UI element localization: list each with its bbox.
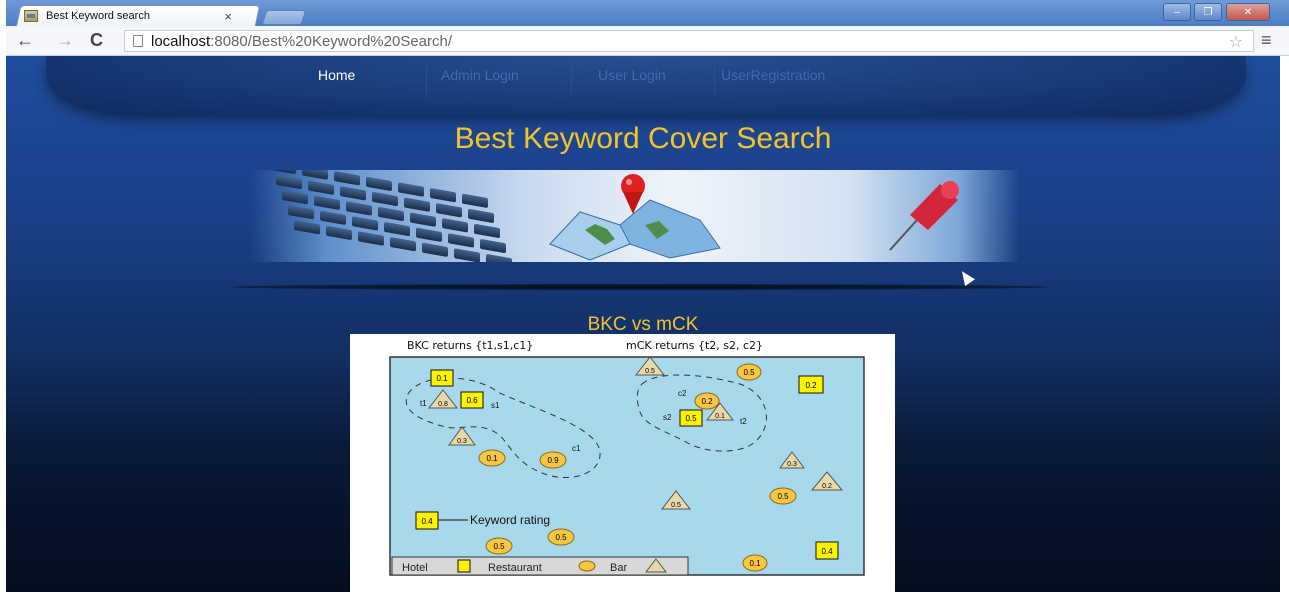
- browser-toolbar: ← → C localhost :8080/Best%20Keyword%20S…: [6, 26, 1289, 56]
- bkc-vs-mck-figure: BKC returns {t1,s1,c1} mCK returns {t2, …: [350, 334, 895, 592]
- banner-graphic: [549, 174, 959, 261]
- new-tab-button[interactable]: [261, 10, 307, 25]
- point-label-t2: t2: [740, 417, 747, 426]
- restaurant-marker: 0.9: [539, 451, 567, 469]
- push-pin-icon: [889, 181, 959, 251]
- restaurant-rating: 0.1: [749, 559, 761, 568]
- legend-hotel-swatch: [457, 559, 471, 573]
- restaurant-rating: 0.2: [701, 397, 713, 406]
- forward-arrow-icon[interactable]: →: [56, 30, 74, 50]
- hotel-rating: 0.5: [685, 414, 697, 423]
- hotel-marker: 0.6: [460, 391, 484, 409]
- point-label-c1: c1: [572, 444, 581, 453]
- mouse-cursor-icon: [957, 267, 975, 287]
- bookmark-star-icon[interactable]: ☆: [1229, 32, 1243, 52]
- bar-rating: 0.5: [671, 502, 681, 509]
- point-label-s2: s2: [663, 413, 672, 422]
- reload-icon[interactable]: C: [90, 30, 103, 50]
- hotel-rating: 0.1: [436, 374, 448, 383]
- nav-separator: [426, 60, 427, 94]
- minimize-button[interactable]: –: [1163, 3, 1191, 21]
- legend-restaurant-swatch: [578, 560, 596, 572]
- figure-legend: Hotel Restaurant Bar: [391, 556, 689, 576]
- hotel-rating: 0.2: [805, 381, 817, 390]
- restaurant-rating: 0.1: [486, 454, 498, 463]
- tab-bar: Best Keyword search × – ❐ ✕: [6, 0, 1289, 27]
- restaurant-rating: 0.5: [777, 492, 789, 501]
- bar-rating: 0.3: [457, 438, 467, 445]
- restaurant-marker: 0.1: [478, 449, 506, 467]
- site-navbar: Home Admin Login User Login UserRegistra…: [46, 56, 1246, 116]
- site-title: Best Keyword Cover Search: [454, 122, 832, 155]
- restaurant-marker: 0.5: [769, 487, 797, 505]
- browser-menu-icon[interactable]: ≡: [1261, 30, 1272, 51]
- restaurant-rating: 0.5: [555, 533, 567, 542]
- bar-rating: 0.2: [822, 483, 832, 490]
- restaurant-marker: 0.5: [485, 537, 513, 555]
- hotel-rating: 0.4: [821, 547, 833, 556]
- bar-rating: 0.1: [715, 413, 725, 420]
- hotel-marker: 0.5: [679, 409, 703, 427]
- restaurant-rating: 0.9: [547, 456, 559, 465]
- window-right-edge: [1280, 56, 1289, 592]
- close-window-button[interactable]: ✕: [1226, 3, 1270, 21]
- page-viewport: Home Admin Login User Login UserRegistra…: [6, 56, 1280, 592]
- nav-admin-login-link[interactable]: Admin Login: [441, 67, 519, 83]
- keyword-rating-example: 0.4 Keyword rating: [415, 511, 550, 530]
- hotel-rating: 0.4: [421, 517, 433, 526]
- point-label-t1: t1: [420, 399, 427, 408]
- point-label-c2: c2: [678, 389, 687, 398]
- legend-hotel-label: Hotel: [402, 562, 428, 574]
- bar-rating: 0.5: [645, 368, 655, 375]
- tab-title: Best Keyword search: [46, 10, 150, 22]
- hotel-marker: 0.2: [798, 375, 824, 394]
- browser-chrome: Best Keyword search × – ❐ ✕ ← → C localh…: [6, 0, 1289, 56]
- nav-user-registration-link[interactable]: UserRegistration: [721, 67, 825, 83]
- restaurant-marker: 0.5: [547, 528, 575, 546]
- bkc-caption: BKC returns {t1,s1,c1}: [407, 339, 533, 352]
- nav-user-login-link[interactable]: User Login: [598, 67, 666, 83]
- legend-restaurant-label: Restaurant: [488, 562, 542, 574]
- url-host: localhost: [151, 32, 211, 50]
- section-divider: [230, 284, 1050, 290]
- keyword-rating-label: Keyword rating: [470, 513, 550, 527]
- bar-rating: 0.8: [438, 401, 448, 408]
- hotel-marker: 0.4: [815, 541, 839, 560]
- restaurant-marker: 0.5: [736, 363, 762, 381]
- back-arrow-icon[interactable]: ←: [16, 30, 34, 50]
- address-bar[interactable]: localhost :8080/Best%20Keyword%20Search/…: [124, 30, 1254, 52]
- favicon-icon: [24, 10, 38, 22]
- browser-tab-content[interactable]: Best Keyword search ×: [24, 7, 244, 25]
- tab-close-icon[interactable]: ×: [224, 9, 232, 24]
- restaurant-rating: 0.5: [743, 368, 755, 377]
- bar-rating: 0.3: [787, 461, 797, 468]
- nav-separator: [714, 60, 715, 94]
- restaurant-marker: 0.2: [694, 392, 720, 410]
- hotel-marker: 0.1: [430, 369, 454, 387]
- hotel-rating: 0.6: [466, 396, 478, 405]
- url-path: :8080/Best%20Keyword%20Search/: [210, 32, 453, 50]
- restaurant-marker: 0.1: [742, 554, 768, 572]
- nav-home-link[interactable]: Home: [318, 67, 355, 83]
- nav-separator: [571, 60, 572, 94]
- page-icon: [133, 35, 143, 47]
- restaurant-rating: 0.5: [493, 542, 505, 551]
- header-banner-image: [250, 170, 1020, 262]
- maximize-button[interactable]: ❐: [1194, 3, 1222, 21]
- section-title: BKC vs mCK: [587, 314, 699, 335]
- mck-caption: mCK returns {t2, s2, c2}: [626, 339, 763, 352]
- figure-svg: BKC returns {t1,s1,c1} mCK returns {t2, …: [389, 339, 865, 576]
- point-label-s1: s1: [491, 401, 500, 410]
- legend-bar-label: Bar: [610, 562, 627, 574]
